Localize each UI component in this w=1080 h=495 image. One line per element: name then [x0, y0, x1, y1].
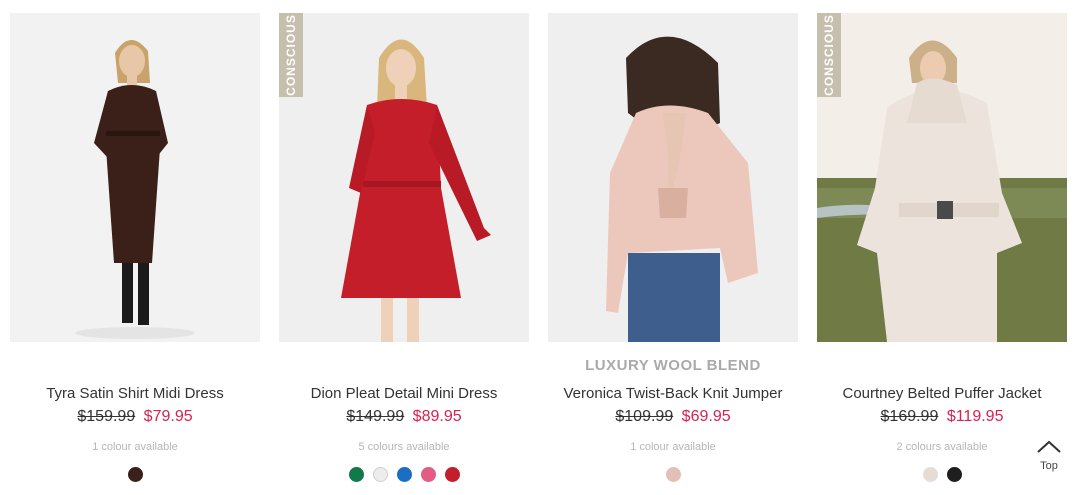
product-price: $149.99 $89.95 — [279, 408, 529, 426]
sale-price: $69.95 — [681, 408, 731, 425]
product-image[interactable] — [10, 13, 260, 342]
colours-available: 1 colour available — [630, 441, 716, 453]
colour-swatch[interactable] — [946, 467, 962, 482]
product-card[interactable]: Tyra Satin Shirt Midi Dress $159.99 $79.… — [10, 13, 260, 495]
back-to-top-label: Top — [1040, 460, 1058, 472]
product-tag: LUXURY WOOL BLEND — [585, 357, 761, 374]
colour-swatch[interactable] — [372, 467, 388, 482]
colour-swatch[interactable] — [127, 467, 143, 482]
product-image[interactable]: CONSCIOUS — [817, 13, 1067, 342]
product-name[interactable]: Tyra Satin Shirt Midi Dress — [10, 385, 260, 402]
original-price: $149.99 — [346, 408, 405, 425]
product-price: $109.99 $69.95 — [548, 408, 798, 426]
sale-price: $119.95 — [946, 408, 1004, 425]
product-photo — [279, 13, 529, 342]
product-name[interactable]: Courtney Belted Puffer Jacket — [817, 385, 1067, 402]
back-to-top-button[interactable]: Top — [1034, 440, 1064, 476]
colour-swatches — [10, 467, 260, 482]
product-name[interactable]: Dion Pleat Detail Mini Dress — [279, 385, 529, 402]
conscious-badge: CONSCIOUS — [279, 13, 303, 97]
colour-swatch[interactable] — [922, 467, 938, 482]
product-grid: Tyra Satin Shirt Midi Dress $159.99 $79.… — [10, 13, 1070, 495]
product-name[interactable]: Veronica Twist-Back Knit Jumper — [548, 385, 798, 402]
colour-swatch[interactable] — [665, 467, 681, 482]
colour-swatch[interactable] — [396, 467, 412, 482]
product-price: $159.99 $79.95 — [10, 408, 260, 426]
product-photo — [10, 13, 260, 342]
product-price: $169.99 $119.95 — [817, 408, 1067, 426]
product-card[interactable]: LUXURY WOOL BLEND Veronica Twist-Back Kn… — [548, 13, 798, 495]
sale-price: $89.95 — [412, 408, 462, 425]
sale-price: $79.95 — [143, 408, 193, 425]
colour-swatch[interactable] — [420, 467, 436, 482]
product-image[interactable] — [548, 13, 798, 342]
product-card[interactable]: CONSCIOUS Dion Pleat Detail Mini Dress $… — [279, 13, 529, 495]
colours-available: 2 colours available — [896, 441, 988, 453]
product-card[interactable]: CONSCIOUS Courtney Belted Puffer Jacket … — [817, 13, 1067, 495]
chevron-up-icon — [1037, 440, 1061, 453]
conscious-badge: CONSCIOUS — [817, 13, 841, 97]
colour-swatches — [548, 467, 798, 482]
original-price: $109.99 — [615, 408, 674, 425]
original-price: $169.99 — [880, 408, 939, 425]
original-price: $159.99 — [77, 408, 136, 425]
colours-available: 1 colour available — [92, 441, 178, 453]
colour-swatch[interactable] — [348, 467, 364, 482]
product-photo — [817, 13, 1067, 342]
product-image[interactable]: CONSCIOUS — [279, 13, 529, 342]
colour-swatches — [817, 467, 1067, 482]
colour-swatches — [279, 467, 529, 482]
colours-available: 5 colours available — [358, 441, 450, 453]
colour-swatch[interactable] — [444, 467, 460, 482]
product-photo — [548, 13, 798, 342]
